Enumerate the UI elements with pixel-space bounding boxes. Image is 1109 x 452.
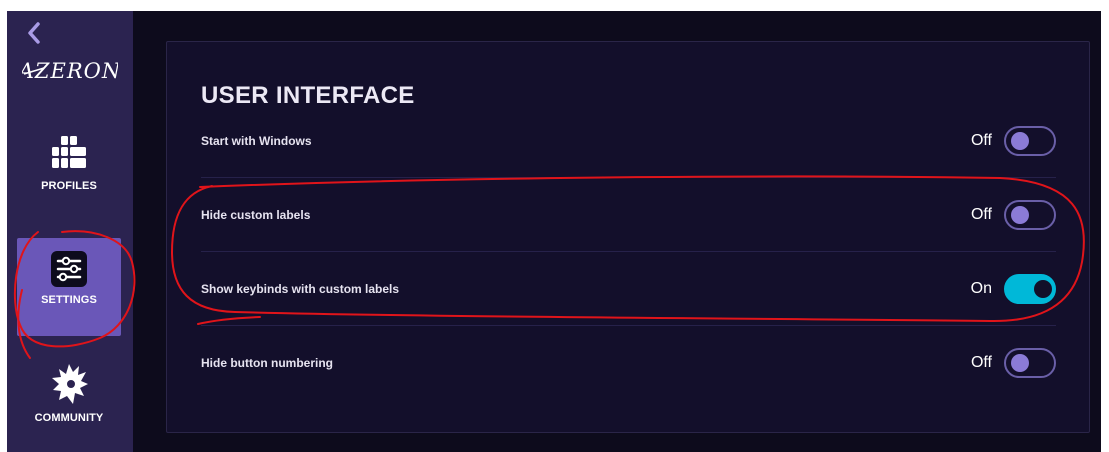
toggle-knob bbox=[1011, 206, 1029, 224]
sidebar-item-label: SETTINGS bbox=[41, 294, 97, 306]
toggle-state-text: Off bbox=[970, 354, 992, 371]
toggle-knob bbox=[1034, 280, 1052, 298]
toggle-state-text: Off bbox=[970, 132, 992, 149]
start-with-windows-toggle[interactable] bbox=[1004, 126, 1056, 156]
setting-row-start-with-windows: Start with Windows Off bbox=[201, 104, 1056, 178]
sidebar-item-label: PROFILES bbox=[41, 180, 97, 192]
setting-label: Show keybinds with custom labels bbox=[201, 282, 400, 296]
setting-row-hide-custom-labels: Hide custom labels Off bbox=[201, 178, 1056, 252]
azeron-logo: AZERON bbox=[7, 51, 133, 91]
setting-label: Start with Windows bbox=[201, 134, 312, 148]
sidebar-item-profiles[interactable]: PROFILES bbox=[17, 124, 121, 222]
sidebar-item-label: COMMUNITY bbox=[34, 412, 104, 424]
setting-label: Hide button numbering bbox=[201, 356, 333, 370]
app-window: AZERON PROFILES SETTINGS COMMUNITY USER … bbox=[7, 11, 1101, 452]
toggle-knob bbox=[1011, 354, 1029, 372]
toggle-state-text: Off bbox=[970, 206, 992, 223]
setting-label: Hide custom labels bbox=[201, 208, 311, 222]
settings-panel: USER INTERFACE Start with Windows Off Hi… bbox=[166, 41, 1090, 433]
grid-icon bbox=[49, 134, 89, 174]
sidebar-item-community[interactable]: COMMUNITY bbox=[17, 356, 121, 452]
back-button[interactable] bbox=[25, 20, 43, 46]
chevron-left-icon bbox=[28, 22, 40, 44]
toggle-state-text: On bbox=[970, 280, 992, 297]
dragon-icon bbox=[47, 360, 91, 410]
hide-custom-labels-toggle[interactable] bbox=[1004, 200, 1056, 230]
hide-button-numbering-toggle[interactable] bbox=[1004, 348, 1056, 378]
setting-row-show-keybinds: Show keybinds with custom labels On bbox=[201, 252, 1056, 326]
toggle-knob bbox=[1011, 132, 1029, 150]
setting-row-hide-button-numbering: Hide button numbering Off bbox=[201, 326, 1056, 400]
show-keybinds-toggle[interactable] bbox=[1004, 274, 1056, 304]
sliders-icon bbox=[50, 250, 88, 288]
sidebar-item-settings[interactable]: SETTINGS bbox=[17, 238, 121, 336]
sidebar: AZERON PROFILES SETTINGS COMMUNITY bbox=[7, 11, 133, 452]
